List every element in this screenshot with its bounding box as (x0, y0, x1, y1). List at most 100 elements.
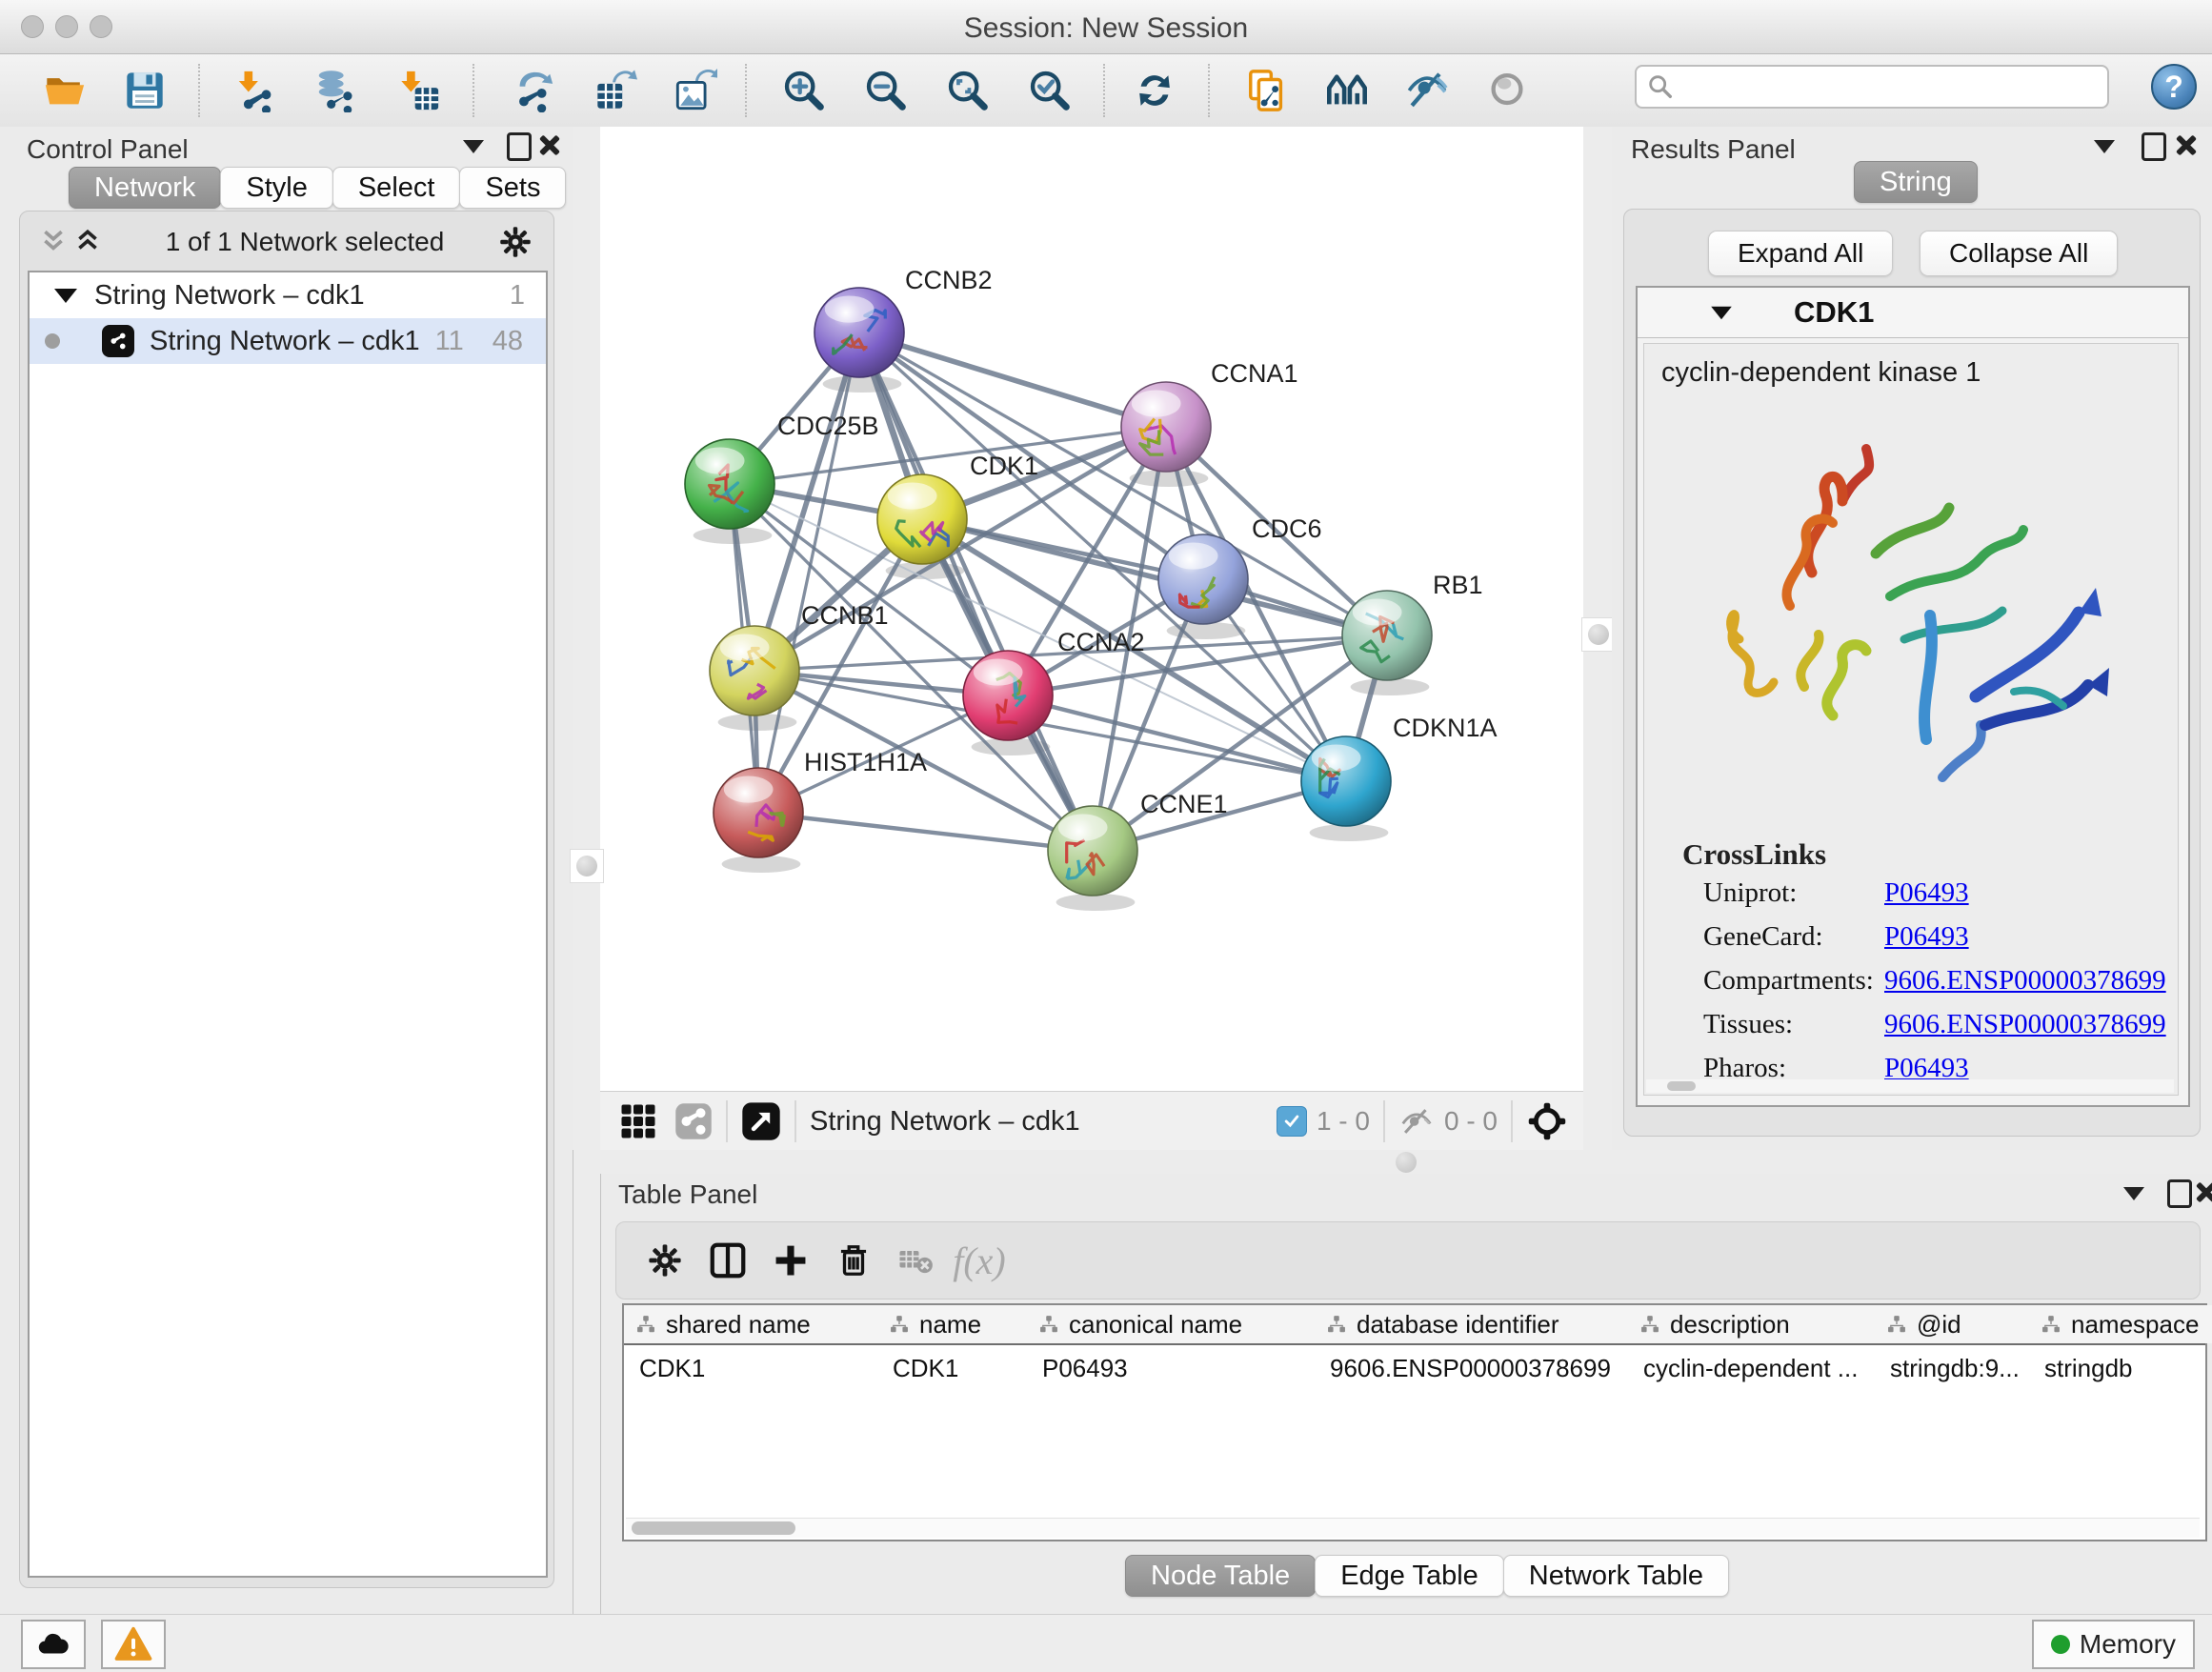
create-column-icon[interactable] (759, 1234, 822, 1287)
zoom-in-icon[interactable] (781, 68, 827, 113)
import-table-icon[interactable] (396, 68, 442, 113)
cell-@id[interactable]: stringdb:9... (1890, 1349, 2025, 1387)
import-network-from-database-icon[interactable] (312, 68, 358, 113)
table-panel-minimize-icon[interactable] (2123, 1187, 2144, 1200)
hide-selected-icon[interactable] (1404, 68, 1450, 113)
zoom-out-icon[interactable] (863, 68, 909, 113)
entry-header-cdk1[interactable]: CDK1 (1638, 288, 2188, 338)
column-header-description[interactable]: description (1628, 1305, 1876, 1343)
entry-body: cyclin-dependent kinase 1 (1643, 343, 2179, 1096)
svg-text:CDC25B: CDC25B (777, 412, 879, 440)
network-graph[interactable]: CCNB2CCNA1CDC25BCDK1CDC6RB1CCNB1CCNA2CDK… (600, 127, 1583, 1091)
crosslink-row: GeneCard:P06493 (1703, 921, 1969, 953)
collection-network-count: 1 (510, 280, 525, 312)
selected-nodes-checkbox[interactable] (1277, 1106, 1307, 1137)
results-hscrollbar[interactable] (1646, 1079, 2174, 1093)
memory-button[interactable]: Memory (2032, 1620, 2195, 1669)
grid-view-icon[interactable] (619, 1102, 657, 1140)
column-header-shared-name[interactable]: shared name (624, 1305, 878, 1343)
left-splitter-handle[interactable] (570, 849, 604, 883)
cell-database-identifier[interactable]: 9606.ENSP00000378699 (1330, 1349, 1624, 1387)
crosslink-label: Compartments: (1703, 965, 1884, 997)
table-hscrollbar[interactable] (626, 1518, 2200, 1538)
tab-node-table[interactable]: Node Table (1125, 1555, 1316, 1597)
expand-all-button[interactable]: Expand All (1708, 231, 1893, 276)
column-header-canonical-name[interactable]: canonical name (1027, 1305, 1316, 1343)
column-header-database-identifier[interactable]: database identifier (1315, 1305, 1629, 1343)
tab-network-table[interactable]: Network Table (1503, 1555, 1729, 1597)
search-input[interactable] (1675, 71, 2088, 103)
birds-eye-view-icon[interactable] (741, 1101, 781, 1141)
tab-edge-table[interactable]: Edge Table (1315, 1555, 1504, 1597)
crosslink-link[interactable]: 9606.ENSP00000378699 (1884, 965, 2166, 997)
export-image-icon[interactable] (673, 68, 718, 113)
cell-name[interactable]: CDK1 (893, 1349, 1023, 1387)
collapse-all-button[interactable]: Collapse All (1920, 231, 2118, 276)
network-tree-child-row[interactable]: String Network – cdk1 11 48 (30, 318, 546, 364)
column-header-@id[interactable]: @id (1875, 1305, 2030, 1343)
tab-sets[interactable]: Sets (459, 167, 566, 209)
zoom-fit-icon[interactable] (945, 68, 991, 113)
show-columns-icon[interactable] (696, 1234, 759, 1287)
tree-expander-icon[interactable] (54, 289, 77, 303)
column-header-namespace[interactable]: namespace (2029, 1305, 2212, 1343)
crosslink-link[interactable]: P06493 (1884, 921, 1969, 953)
search-field[interactable] (1635, 65, 2109, 109)
cell-shared-name[interactable]: CDK1 (639, 1349, 874, 1387)
crosslink-row: Compartments:9606.ENSP00000378699 (1703, 965, 2166, 997)
cell-canonical-name[interactable]: P06493 (1042, 1349, 1311, 1387)
column-header-name[interactable]: name (877, 1305, 1028, 1343)
string-protein-query-icon[interactable] (1244, 68, 1290, 113)
control-panel-minimize-icon[interactable] (463, 140, 484, 153)
help-button[interactable]: ? (2151, 64, 2197, 110)
network-options-gear-icon[interactable] (498, 225, 533, 259)
control-panel-float-icon[interactable] (507, 132, 532, 161)
table-panel-float-icon[interactable] (2167, 1179, 2192, 1208)
cell-namespace[interactable]: stringdb (2044, 1349, 2212, 1387)
left-splitter[interactable] (573, 127, 600, 1150)
right-splitter-handle[interactable] (1581, 617, 1616, 652)
open-session-icon[interactable] (42, 68, 88, 113)
cloud-button[interactable] (21, 1620, 86, 1669)
fit-content-crosshair-icon[interactable] (1526, 1100, 1568, 1142)
results-panel: Results Panel String Expand All Collapse… (1612, 127, 2212, 1150)
tab-network[interactable]: Network (69, 167, 221, 209)
apply-layout-icon[interactable] (1132, 68, 1177, 113)
show-all-icon[interactable] (1484, 68, 1530, 113)
network-view-mode-icon[interactable] (674, 1102, 713, 1140)
expand-all-chevron-icon[interactable] (73, 228, 102, 256)
results-panel-close-icon[interactable] (2174, 133, 2197, 156)
network-tree-root-row[interactable]: String Network – cdk1 1 (30, 272, 546, 318)
delete-table-icon (885, 1234, 948, 1287)
tab-string[interactable]: String (1854, 161, 1978, 203)
network-canvas[interactable]: CCNB2CCNA1CDC25BCDK1CDC6RB1CCNB1CCNA2CDK… (600, 127, 1583, 1091)
delete-column-icon[interactable] (822, 1234, 885, 1287)
warnings-button[interactable] (101, 1620, 166, 1669)
table-panel-close-icon[interactable] (2194, 1180, 2212, 1203)
export-network-icon[interactable] (511, 68, 556, 113)
network-status-dot (45, 333, 60, 349)
horizontal-splitter-handle[interactable] (1396, 1152, 1417, 1173)
save-session-icon[interactable] (122, 68, 168, 113)
tab-select[interactable]: Select (332, 167, 461, 209)
collapse-all-chevron-icon[interactable] (39, 228, 68, 256)
first-neighbors-icon[interactable] (1324, 68, 1370, 113)
results-panel-float-icon[interactable] (2142, 132, 2166, 161)
horizontal-splitter[interactable] (600, 1150, 2212, 1174)
cell-description[interactable]: cyclin-dependent ... (1643, 1349, 1871, 1387)
crosslink-link[interactable]: 9606.ENSP00000378699 (1884, 1009, 2166, 1040)
entry-expander-icon[interactable] (1711, 306, 1732, 319)
crosslink-label: Uniprot: (1703, 877, 1884, 909)
tab-style[interactable]: Style (220, 167, 332, 209)
node-table[interactable]: shared namenamecanonical namedatabase id… (622, 1303, 2207, 1541)
svg-text:CDKN1A: CDKN1A (1393, 714, 1498, 742)
table-toolbar: f(x) (615, 1221, 2201, 1299)
crosslink-link[interactable]: P06493 (1884, 877, 1969, 909)
right-splitter[interactable] (1583, 127, 1612, 1150)
import-network-icon[interactable] (232, 68, 278, 113)
results-panel-minimize-icon[interactable] (2094, 140, 2115, 153)
table-options-gear-icon[interactable] (633, 1234, 696, 1287)
zoom-selected-icon[interactable] (1027, 68, 1073, 113)
export-table-icon[interactable] (593, 68, 638, 113)
control-panel-close-icon[interactable] (537, 133, 560, 156)
